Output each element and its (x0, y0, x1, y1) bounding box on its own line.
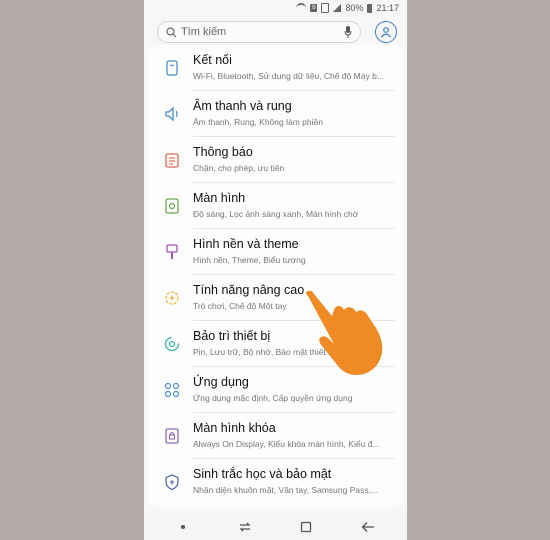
battery-percent: 80% (345, 3, 364, 13)
item-title: Âm thanh và rung (193, 99, 292, 113)
wifi-icon (296, 3, 307, 13)
settings-item-display[interactable]: Màn hình Độ sáng, Lọc ánh sáng xanh, Màn… (148, 183, 403, 229)
pointing-hand-icon (306, 290, 383, 375)
phone-screen: b 80% 21:17 Tìm kiếm Kết nối Wi-Fi, Blue… (144, 0, 407, 540)
item-title: Thông báo (193, 145, 253, 159)
settings-item-wallpaper[interactable]: Hình nền và theme Hình nền, Theme, Biểu … (148, 229, 403, 275)
apps-icon (164, 382, 180, 398)
search-placeholder: Tìm kiếm (181, 26, 227, 38)
item-title: Kết nối (193, 53, 232, 67)
settings-item-biometrics[interactable]: Sinh trắc học và bảo mật Nhận diện khuôn… (148, 459, 403, 505)
shield-icon (165, 474, 179, 491)
item-subtitle: Độ sáng, Lọc ánh sáng xanh, Màn hình chờ (193, 209, 359, 219)
item-title: Ứng dụng (193, 375, 249, 389)
item-subtitle: Wi-Fi, Bluetooth, Sử dụng dữ liệu, Chế đ… (193, 71, 384, 81)
item-title: Màn hình khóa (193, 421, 276, 435)
recent-apps-button[interactable] (235, 517, 255, 537)
back-button[interactable] (358, 517, 378, 537)
home-icon (301, 521, 312, 533)
item-subtitle: Âm thanh, Rung, Không làm phiền (193, 117, 323, 127)
maintenance-icon (164, 336, 180, 352)
item-subtitle: Ứng dụng mặc định, Cấp quyền ứng dụng (193, 393, 353, 403)
gear-plus-icon (165, 291, 179, 305)
nav-dot-button[interactable] (173, 517, 193, 537)
search-icon (166, 26, 177, 37)
speaker-icon (165, 106, 178, 122)
search-row: Tìm kiếm (144, 16, 407, 45)
settings-item-lock-screen[interactable]: Màn hình khóa Always On Display, Kiểu kh… (148, 413, 403, 459)
status-bar: b 80% 21:17 (144, 0, 407, 16)
battery-icon (367, 3, 373, 13)
profile-button[interactable] (375, 21, 397, 43)
signal-icon (333, 4, 342, 12)
recent-apps-icon (239, 522, 251, 532)
item-subtitle: Nhận diện khuôn mặt, Vân tay, Samsung Pa… (193, 485, 379, 495)
home-button[interactable] (296, 517, 316, 537)
item-title: Sinh trắc học và bảo mật (193, 467, 332, 481)
connections-icon (166, 60, 178, 76)
settings-item-connections[interactable]: Kết nối Wi-Fi, Bluetooth, Sử dụng dữ liệ… (148, 45, 403, 91)
notification-badge-icon: b (310, 4, 318, 12)
dot-icon (180, 525, 185, 529)
item-subtitle: Always On Display, Kiểu khóa màn hình, K… (193, 439, 380, 449)
settings-list: Kết nối Wi-Fi, Bluetooth, Sử dụng dữ liệ… (148, 45, 403, 507)
settings-item-notifications[interactable]: Thông báo Chặn, cho phép, ưu tiên (148, 137, 403, 183)
clock: 21:17 (376, 3, 399, 13)
brush-icon (166, 244, 178, 259)
lock-icon (165, 428, 179, 444)
item-title: Bảo trì thiết bị (193, 329, 271, 343)
microphone-icon[interactable] (344, 26, 352, 38)
back-arrow-icon (361, 522, 375, 532)
item-title: Hình nền và theme (193, 237, 299, 251)
item-title: Màn hình (193, 191, 246, 205)
item-subtitle: Chặn, cho phép, ưu tiên (193, 163, 285, 173)
display-icon (165, 198, 179, 214)
navigation-bar (144, 514, 407, 540)
item-subtitle: Hình nền, Theme, Biểu tượng (193, 255, 306, 265)
person-icon (381, 27, 391, 38)
item-title: Tính năng nâng cao (193, 283, 305, 297)
notifications-icon (165, 153, 179, 168)
search-input[interactable]: Tìm kiếm (157, 21, 361, 43)
vibrate-icon (321, 3, 330, 13)
settings-item-sound[interactable]: Âm thanh và rung Âm thanh, Rung, Không l… (148, 91, 403, 137)
